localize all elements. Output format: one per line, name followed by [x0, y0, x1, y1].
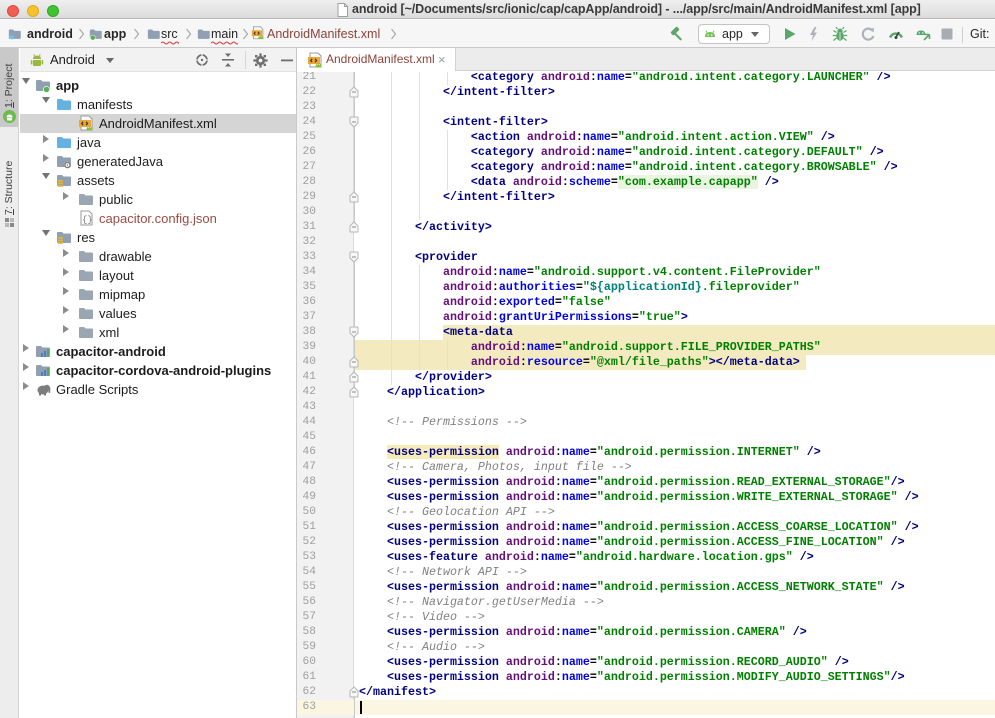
svg-text:{}: {}: [82, 215, 93, 225]
